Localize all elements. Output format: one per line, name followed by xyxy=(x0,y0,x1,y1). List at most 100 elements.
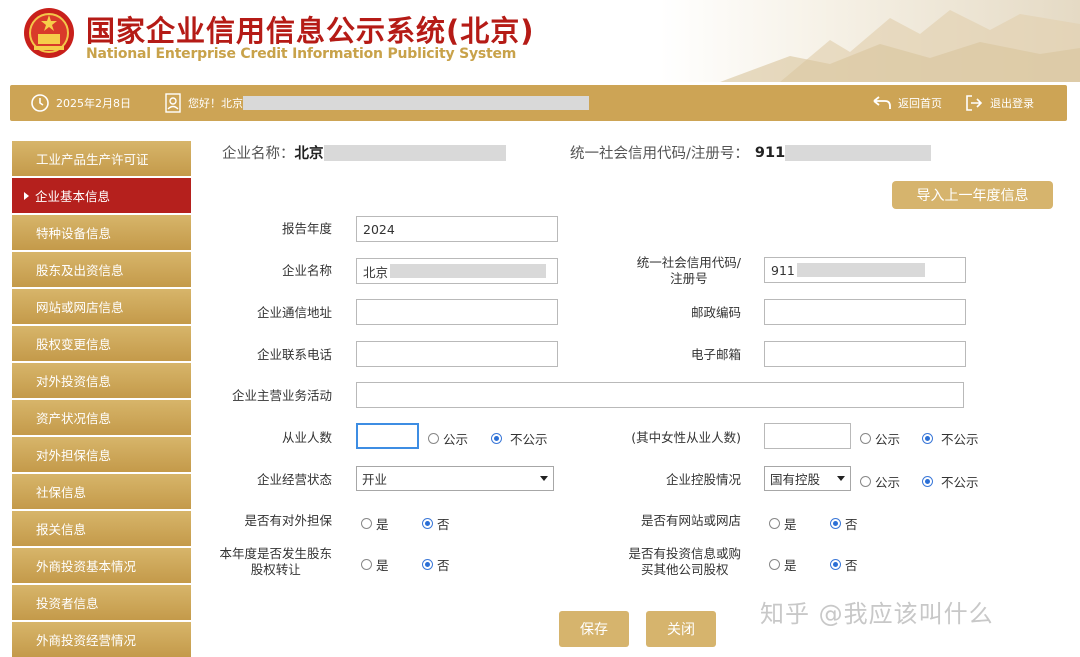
employees-not-public-radio[interactable]: 不公示 xyxy=(491,429,548,448)
holding-public-radio[interactable]: 公示 xyxy=(860,472,900,491)
radio-label: 公示 xyxy=(443,432,469,447)
female-public-radio[interactable]: 公示 xyxy=(860,429,900,448)
company-name-field[interactable]: 北京 xyxy=(356,258,558,284)
postal-code-field[interactable] xyxy=(764,299,966,325)
radio-circle-icon xyxy=(428,433,439,444)
investment-label-line1: 是否有投资信息或购 xyxy=(628,546,741,561)
radio-label: 公示 xyxy=(875,432,901,447)
email-field[interactable] xyxy=(764,341,966,367)
sidebar-item-label: 外商投资经营情况 xyxy=(36,633,137,648)
radio-label: 是 xyxy=(376,558,389,573)
equity-transfer-no-radio[interactable]: 否 xyxy=(422,555,450,574)
sidebar-item-social-insurance[interactable]: 社保信息 xyxy=(12,474,191,509)
system-subtitle: National Enterprise Credit Information P… xyxy=(86,46,517,62)
sidebar-item-equity-change[interactable]: 股权变更信息 xyxy=(12,326,191,361)
company-name-value: 北京 xyxy=(363,264,389,280)
header-landscape-decoration xyxy=(660,0,1080,82)
date-text: 2025年2月8日 xyxy=(56,97,131,110)
radio-circle-icon xyxy=(860,433,871,444)
main-business-field[interactable] xyxy=(356,382,964,408)
sidebar-item-label: 企业基本信息 xyxy=(35,189,111,204)
employees-field[interactable] xyxy=(356,423,419,449)
operating-status-select[interactable]: 开业 xyxy=(356,466,554,491)
guarantee-yes-radio[interactable]: 是 xyxy=(361,514,389,533)
radio-selected-icon xyxy=(422,518,433,529)
employees-public-radio[interactable]: 公示 xyxy=(428,429,468,448)
sidebar-item-investors[interactable]: 投资者信息 xyxy=(12,585,191,620)
sidebar-item-special-equipment[interactable]: 特种设备信息 xyxy=(12,215,191,250)
sidebar-item-label: 外商投资基本情况 xyxy=(36,559,137,574)
greeting-text: 您好！北京 xyxy=(188,97,243,110)
radio-circle-icon xyxy=(769,518,780,529)
investment-no-radio[interactable]: 否 xyxy=(830,555,858,574)
investment-label-line2: 买其他公司股权 xyxy=(640,562,729,577)
sidebar-item-label: 网站或网店信息 xyxy=(36,300,124,315)
radio-selected-icon xyxy=(830,518,841,529)
top-toolbar: 2025年2月8日 您好！北京 返回首页 退出登录 xyxy=(10,85,1067,121)
radio-selected-icon xyxy=(491,433,502,444)
logout-link[interactable]: 退出登录 xyxy=(964,85,1034,121)
investment-label: 是否有投资信息或购 买其他公司股权 xyxy=(628,546,741,578)
phone-field[interactable] xyxy=(356,341,558,367)
operating-status-value: 开业 xyxy=(362,472,388,487)
radio-label: 公示 xyxy=(875,475,901,490)
home-link[interactable]: 返回首页 xyxy=(872,85,942,121)
sidebar-item-guarantees[interactable]: 对外担保信息 xyxy=(12,437,191,472)
redacted-company-name xyxy=(243,96,589,110)
sidebar-item-label: 对外担保信息 xyxy=(36,448,112,463)
guarantee-no-radio[interactable]: 否 xyxy=(422,514,450,533)
credit-code-summary: 统一社会信用代码/注册号： 911 xyxy=(570,142,932,163)
radio-label: 否 xyxy=(437,517,450,532)
logout-link-label: 退出登录 xyxy=(990,97,1034,110)
address-field[interactable] xyxy=(356,299,558,325)
radio-selected-icon xyxy=(922,476,933,487)
female-employees-field[interactable] xyxy=(764,423,851,449)
sidebar-item-assets[interactable]: 资产状况信息 xyxy=(12,400,191,435)
sidebar-item-shareholders[interactable]: 股东及出资信息 xyxy=(12,252,191,287)
company-name-label: 企业名称 xyxy=(281,263,332,278)
import-previous-year-button[interactable]: 导入上一年度信息 xyxy=(892,181,1053,209)
sidebar-item-label: 资产状况信息 xyxy=(36,411,112,426)
credit-code-field[interactable]: 911 xyxy=(764,257,966,283)
equity-transfer-yes-radio[interactable]: 是 xyxy=(361,555,389,574)
radio-circle-icon xyxy=(361,559,372,570)
holding-label: 企业控股情况 xyxy=(665,472,741,487)
sidebar-item-outbound-investment[interactable]: 对外投资信息 xyxy=(12,363,191,398)
credit-code-value: 911 xyxy=(771,262,795,278)
holding-select[interactable]: 国有控股 xyxy=(764,466,851,491)
report-year-field[interactable]: 2024 xyxy=(356,216,558,242)
user-icon xyxy=(165,93,181,113)
national-emblem-icon xyxy=(24,8,74,58)
close-button[interactable]: 关闭 xyxy=(646,611,716,647)
redacted-company-name xyxy=(390,264,547,278)
sidebar-nav: 工业产品生产许可证 企业基本信息 特种设备信息 股东及出资信息 网站或网店信息 … xyxy=(12,141,191,657)
radio-label: 否 xyxy=(845,517,858,532)
company-name-summary-label: 企业名称： xyxy=(222,146,295,162)
credit-code-label-line2: 注册号 xyxy=(670,271,708,286)
holding-not-public-radio[interactable]: 不公示 xyxy=(922,472,979,491)
investment-yes-radio[interactable]: 是 xyxy=(769,555,797,574)
sidebar-item-customs[interactable]: 报关信息 xyxy=(12,511,191,546)
radio-selected-icon xyxy=(422,559,433,570)
sidebar-item-foreign-investment-operations[interactable]: 外商投资经营情况 xyxy=(12,622,191,657)
radio-label: 不公示 xyxy=(510,432,548,447)
company-name-summary-value: 北京 xyxy=(294,146,324,162)
system-title: 国家企业信用信息公示系统(北京) xyxy=(86,14,535,48)
sidebar-item-label: 股权变更信息 xyxy=(36,337,112,352)
radio-label: 是 xyxy=(376,517,389,532)
save-button[interactable]: 保存 xyxy=(559,611,629,647)
main-business-label: 企业主营业务活动 xyxy=(231,388,332,403)
sidebar-item-website[interactable]: 网站或网店信息 xyxy=(12,289,191,324)
sidebar-item-label: 社保信息 xyxy=(36,485,87,500)
website-no-radio[interactable]: 否 xyxy=(830,514,858,533)
female-not-public-radio[interactable]: 不公示 xyxy=(922,429,979,448)
sidebar-item-basic-info[interactable]: 企业基本信息 xyxy=(12,178,191,213)
sidebar-item-foreign-investment-basic[interactable]: 外商投资基本情况 xyxy=(12,548,191,583)
redacted-credit-code xyxy=(796,263,925,277)
company-name-summary: 企业名称： 北京 xyxy=(222,142,506,163)
sidebar-item-production-license[interactable]: 工业产品生产许可证 xyxy=(12,141,191,176)
equity-transfer-label: 本年度是否发生股东 股权转让 xyxy=(219,546,332,578)
equity-transfer-label-line2: 股权转让 xyxy=(250,562,301,577)
website-yes-radio[interactable]: 是 xyxy=(769,514,797,533)
phone-label: 企业联系电话 xyxy=(256,347,332,362)
